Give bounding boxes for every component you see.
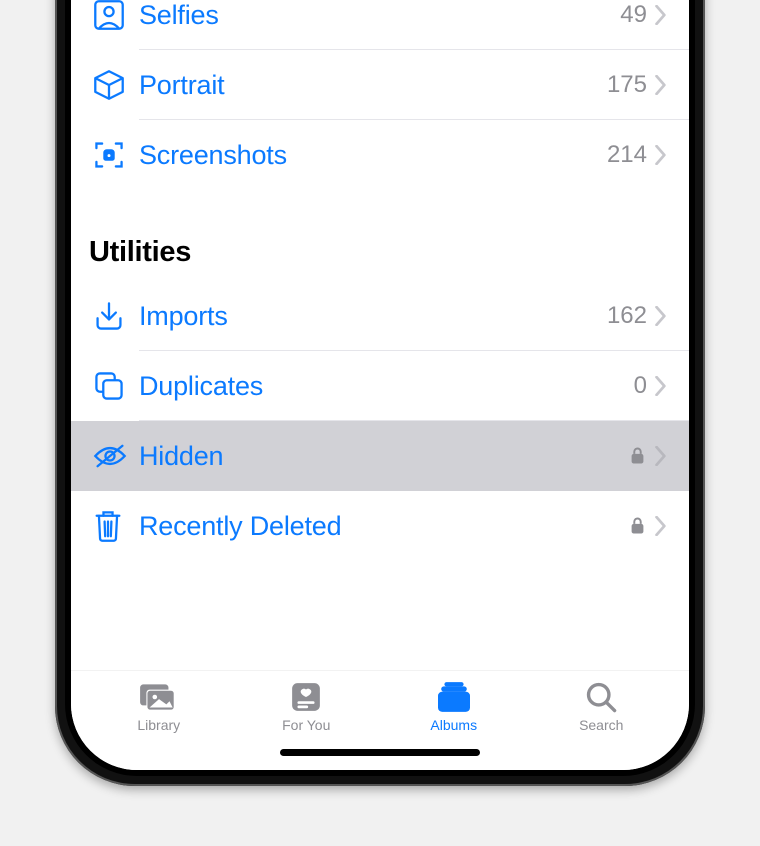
album-label: Selfies bbox=[139, 0, 620, 31]
chevron-right-icon bbox=[655, 446, 667, 466]
trash-icon bbox=[93, 509, 139, 543]
tab-label: Library bbox=[137, 717, 180, 733]
library-icon bbox=[138, 681, 180, 713]
utility-label: Hidden bbox=[139, 441, 630, 472]
screen: Selfies 49 Po bbox=[71, 0, 689, 770]
albums-icon bbox=[433, 681, 475, 713]
album-label: Screenshots bbox=[139, 140, 607, 171]
hidden-icon bbox=[93, 439, 139, 473]
utility-row-duplicates[interactable]: Duplicates 0 bbox=[71, 351, 689, 421]
utility-row-recently-deleted[interactable]: Recently Deleted bbox=[71, 491, 689, 561]
album-row-screenshots[interactable]: Screenshots 214 bbox=[71, 120, 689, 190]
album-count: 49 bbox=[620, 1, 647, 29]
phone-frame: Selfies 49 Po bbox=[55, 0, 705, 786]
selfies-icon bbox=[93, 0, 139, 32]
home-indicator[interactable] bbox=[280, 749, 480, 756]
chevron-right-icon bbox=[655, 5, 667, 25]
utility-count: 162 bbox=[607, 302, 647, 330]
utility-label: Recently Deleted bbox=[139, 511, 630, 542]
utility-label: Imports bbox=[139, 301, 607, 332]
utility-row-imports[interactable]: Imports 162 bbox=[71, 281, 689, 351]
tab-label: Albums bbox=[430, 717, 477, 733]
chevron-right-icon bbox=[655, 376, 667, 396]
chevron-right-icon bbox=[655, 306, 667, 326]
tab-library[interactable]: Library bbox=[109, 681, 209, 733]
albums-list[interactable]: Selfies 49 Po bbox=[71, 0, 689, 670]
tab-label: For You bbox=[282, 717, 330, 733]
duplicates-icon bbox=[93, 369, 139, 403]
tab-for-you[interactable]: For You bbox=[256, 681, 356, 733]
chevron-right-icon bbox=[655, 516, 667, 536]
imports-icon bbox=[93, 299, 139, 333]
search-icon bbox=[580, 681, 622, 713]
phone-inner: Selfies 49 Po bbox=[65, 0, 695, 776]
chevron-right-icon bbox=[655, 145, 667, 165]
lock-icon bbox=[630, 516, 645, 536]
for-you-icon bbox=[285, 681, 327, 713]
portrait-icon bbox=[93, 68, 139, 102]
album-count: 175 bbox=[607, 71, 647, 99]
album-count: 214 bbox=[607, 141, 647, 169]
album-label: Portrait bbox=[139, 70, 607, 101]
chevron-right-icon bbox=[655, 75, 667, 95]
lock-icon bbox=[630, 446, 645, 466]
utility-count: 0 bbox=[634, 372, 647, 400]
utility-label: Duplicates bbox=[139, 371, 634, 402]
screenshots-icon bbox=[93, 138, 139, 172]
tab-search[interactable]: Search bbox=[551, 681, 651, 733]
album-row-selfies[interactable]: Selfies 49 bbox=[71, 0, 689, 50]
album-row-portrait[interactable]: Portrait 175 bbox=[71, 50, 689, 120]
tab-label: Search bbox=[579, 717, 623, 733]
section-header-utilities: Utilities bbox=[71, 190, 689, 281]
utility-row-hidden[interactable]: Hidden bbox=[71, 421, 689, 491]
tab-albums[interactable]: Albums bbox=[404, 681, 504, 733]
